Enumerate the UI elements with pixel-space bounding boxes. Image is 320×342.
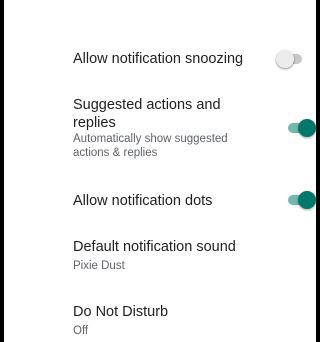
snoozing-toggle-thumb: [276, 50, 294, 68]
suggested-actions-title: Suggested actions and replies: [73, 97, 221, 131]
suggested-actions-summary: Automatically show suggested actions & r…: [73, 133, 228, 159]
do-not-disturb-summary: Off: [73, 325, 89, 337]
notification-dots-toggle[interactable]: [286, 189, 316, 211]
suggested-actions-toggle-thumb: [298, 119, 316, 137]
notification-dots-title: Allow notification dots: [73, 193, 213, 209]
suggested-actions-setting-row[interactable]: Suggested actions and replies Automatica…: [4, 88, 316, 176]
default-sound-summary: Pixie Dust: [73, 260, 125, 272]
do-not-disturb-setting-row[interactable]: Do Not Disturb Off: [4, 290, 316, 342]
default-sound-title: Default notification sound: [73, 239, 236, 255]
snoozing-toggle[interactable]: [276, 48, 304, 70]
notification-dots-setting-row[interactable]: Allow notification dots: [4, 176, 316, 228]
default-sound-setting-row[interactable]: Default notification sound Pixie Dust: [4, 228, 316, 290]
notification-dots-toggle-thumb: [298, 191, 316, 209]
snoozing-setting-row[interactable]: Allow notification snoozing: [4, 30, 316, 88]
suggested-actions-toggle[interactable]: [286, 117, 316, 139]
notification-settings-screen: Allow notification snoozing Suggested ac…: [4, 0, 316, 342]
snoozing-title: Allow notification snoozing: [73, 51, 244, 67]
do-not-disturb-title: Do Not Disturb: [73, 304, 169, 320]
